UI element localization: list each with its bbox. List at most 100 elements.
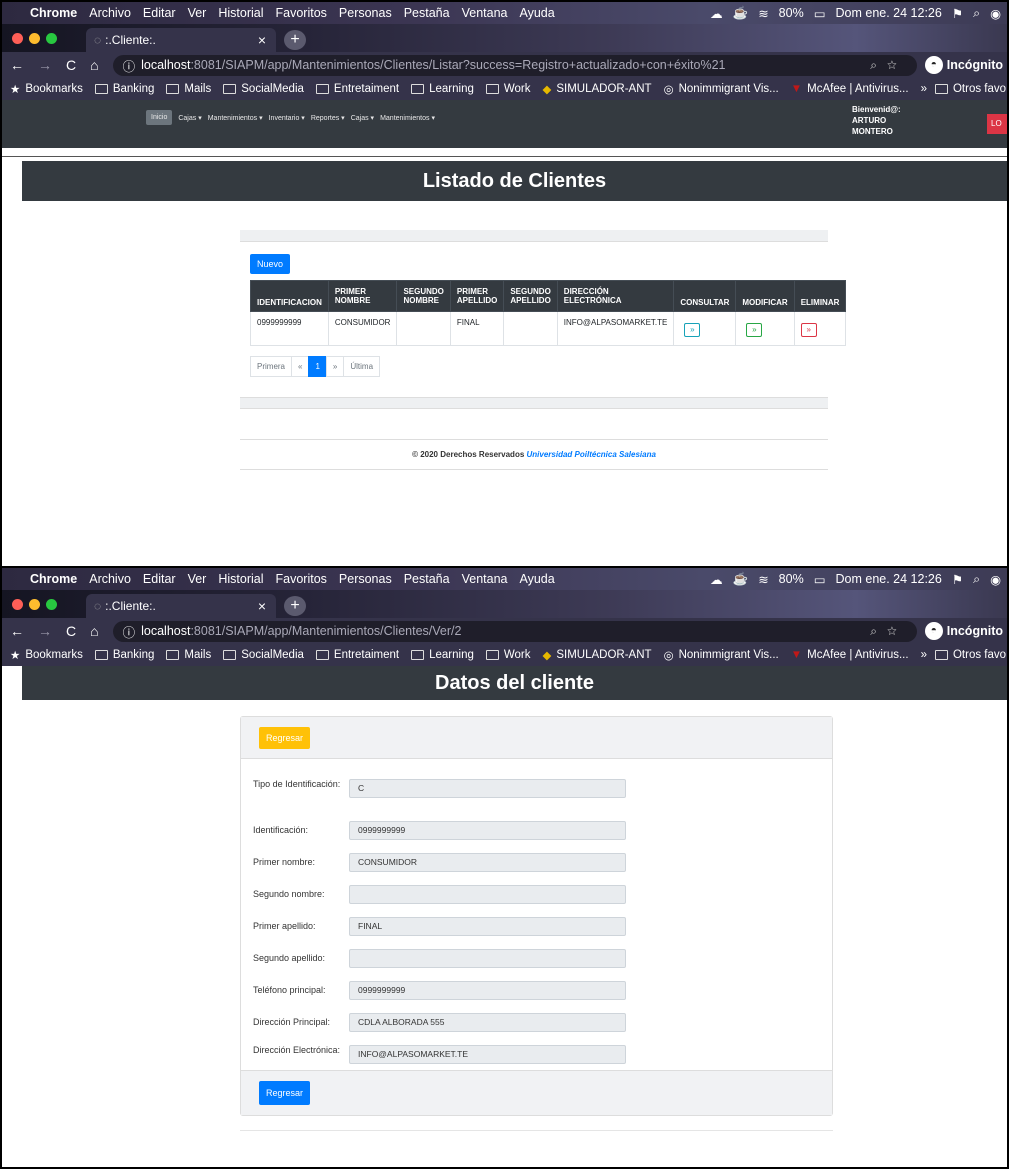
bookmark-mcafee[interactable]: ▼ McAfee | Antivirus... <box>791 83 909 95</box>
battery-icon[interactable]: ▭ <box>814 572 826 587</box>
zoom-icon[interactable]: ⌕ <box>870 58 887 72</box>
bookmark-simulador[interactable]: ◆ SIMULADOR-ANT <box>543 648 652 662</box>
zoom-icon[interactable]: ⌕ <box>870 624 887 638</box>
telefono-input[interactable]: 0999999999 <box>349 981 626 1000</box>
siri-icon[interactable]: ◉ <box>990 6 1001 21</box>
delete-button[interactable]: » <box>800 323 817 337</box>
menu-inicio[interactable]: Inicio <box>146 110 173 125</box>
siri-icon[interactable]: ◉ <box>990 572 1001 587</box>
more-bookmarks-icon[interactable]: » <box>921 83 927 95</box>
star-icon[interactable]: ☆ <box>887 624 907 638</box>
menu-ayuda[interactable]: Ayuda <box>519 572 554 586</box>
bookmark-mcafee[interactable]: ▼ McAfee | Antivirus... <box>791 649 909 661</box>
col-primer-apellido[interactable]: PRIMER APELLIDO <box>449 280 505 312</box>
segundo-nombre-input[interactable] <box>349 885 626 904</box>
new-client-button[interactable]: Nuevo <box>250 254 291 274</box>
bookmark-mails[interactable]: Mails <box>166 649 211 661</box>
cloud-icon[interactable]: ☁ <box>710 572 723 587</box>
bookmark-nonimmigrant[interactable]: ◎ Nonimmigrant Vis... <box>664 82 779 96</box>
back-button-bottom[interactable]: Regresar <box>259 1081 311 1105</box>
incognito-indicator[interactable]: ◓ Incógnito <box>924 622 1007 640</box>
tipo-identificacion-input[interactable]: C <box>349 779 626 798</box>
bookmark-banking[interactable]: Banking <box>94 83 154 95</box>
clock[interactable]: Dom ene. 24 12:26 <box>836 572 942 586</box>
bookmark-nonimmigrant[interactable]: ◎ Nonimmigrant Vis... <box>664 648 779 662</box>
bookmark-entretaiment[interactable]: Entretaiment <box>315 649 399 661</box>
consult-button[interactable]: » <box>684 323 701 337</box>
bookmark-entretaiment[interactable]: Entretaiment <box>315 83 399 95</box>
identificacion-input[interactable]: 0999999999 <box>349 821 626 840</box>
bookmark-banking[interactable]: Banking <box>94 649 154 661</box>
menu-historial[interactable]: Historial <box>218 6 263 20</box>
menu-historial[interactable]: Historial <box>218 572 263 586</box>
info-icon[interactable]: ⓘ <box>123 622 136 641</box>
menu-personas[interactable]: Personas <box>339 572 392 586</box>
page-first[interactable]: Primera <box>250 356 293 377</box>
star-icon[interactable]: ☆ <box>887 58 907 72</box>
menu-pestana[interactable]: Pestaña <box>404 6 450 20</box>
page-next[interactable]: » <box>325 356 345 377</box>
flag-icon[interactable]: ⚑ <box>952 572 963 587</box>
edit-button[interactable]: » <box>746 323 763 337</box>
new-tab-button[interactable]: + <box>284 596 306 616</box>
back-button-top[interactable]: Regresar <box>259 727 311 749</box>
menu-app[interactable]: Chrome <box>30 6 77 20</box>
menu-favoritos[interactable]: Favoritos <box>276 572 327 586</box>
back-icon[interactable]: ← <box>10 57 24 73</box>
reload-icon[interactable]: C <box>66 57 76 73</box>
clock[interactable]: Dom ene. 24 12:26 <box>836 6 942 20</box>
menu-mantenimientos-2[interactable]: Mantenimientos ▾ <box>380 112 435 125</box>
col-segundo-apellido[interactable]: SEGUNDO APELLIDO <box>503 280 558 312</box>
col-eliminar[interactable]: ELIMINAR <box>793 280 847 312</box>
menu-reportes[interactable]: Reportes ▾ <box>311 112 345 125</box>
bookmark-socialmedia[interactable]: SocialMedia <box>223 649 304 661</box>
search-icon[interactable]: ⌕ <box>973 6 980 21</box>
menu-ventana[interactable]: Ventana <box>462 572 508 586</box>
incognito-indicator[interactable]: ◓ Incógnito <box>924 56 1007 74</box>
browser-tab[interactable]: ◌ :.Cliente:. × <box>86 594 276 618</box>
direccion-principal-input[interactable]: CDLA ALBORADA 555 <box>349 1013 626 1032</box>
close-window-icon[interactable] <box>12 33 23 44</box>
bookmark-simulador[interactable]: ◆ SIMULADOR-ANT <box>543 82 652 96</box>
menu-archivo[interactable]: Archivo <box>89 6 131 20</box>
wifi-icon[interactable]: ≋ <box>758 6 768 21</box>
home-icon[interactable]: ⌂ <box>90 623 98 639</box>
menu-cajas-2[interactable]: Cajas ▾ <box>351 112 374 125</box>
menu-cajas[interactable]: Cajas ▾ <box>178 112 201 125</box>
menu-ver[interactable]: Ver <box>188 572 207 586</box>
menu-mantenimientos[interactable]: Mantenimientos ▾ <box>208 112 263 125</box>
tab-close-icon[interactable]: × <box>258 32 266 48</box>
flag-icon[interactable]: ⚑ <box>952 6 963 21</box>
forward-icon[interactable]: → <box>38 623 52 639</box>
info-icon[interactable]: ⓘ <box>123 56 136 75</box>
primer-nombre-input[interactable]: CONSUMIDOR <box>349 853 626 872</box>
home-icon[interactable]: ⌂ <box>90 57 98 73</box>
new-tab-button[interactable]: + <box>284 30 306 50</box>
col-consultar[interactable]: CONSULTAR <box>673 280 737 312</box>
bookmark-bookmarks[interactable]: ★ Bookmarks <box>10 82 83 96</box>
bookmark-other[interactable]: Otros favo <box>934 83 1006 95</box>
primer-apellido-input[interactable]: FINAL <box>349 917 626 936</box>
reload-icon[interactable]: C <box>66 623 76 639</box>
browser-tab[interactable]: ◌ :.Cliente:. × <box>86 28 276 52</box>
url-input[interactable]: ⓘ localhost:8081/SIAPM/app/Mantenimiento… <box>112 54 917 76</box>
forward-icon[interactable]: → <box>38 57 52 73</box>
page-last[interactable]: Última <box>343 356 381 377</box>
more-bookmarks-icon[interactable]: » <box>921 649 927 661</box>
menu-ayuda[interactable]: Ayuda <box>519 6 554 20</box>
bookmark-other[interactable]: Otros favo <box>934 649 1006 661</box>
bookmark-socialmedia[interactable]: SocialMedia <box>223 83 304 95</box>
maximize-window-icon[interactable] <box>46 599 57 610</box>
tab-close-icon[interactable]: × <box>258 598 266 614</box>
col-primer-nombre[interactable]: PRIMER NOMBRE <box>327 280 398 312</box>
battery-icon[interactable]: ▭ <box>814 6 826 21</box>
minimize-window-icon[interactable] <box>29 33 40 44</box>
bookmark-work[interactable]: Work <box>485 83 531 95</box>
wifi-icon[interactable]: ≋ <box>758 572 768 587</box>
col-identificacion[interactable]: IDENTIFICACION <box>250 280 329 312</box>
url-input[interactable]: ⓘ localhost:8081/SIAPM/app/Mantenimiento… <box>112 620 917 642</box>
bookmark-bookmarks[interactable]: ★ Bookmarks <box>10 648 83 662</box>
menu-personas[interactable]: Personas <box>339 6 392 20</box>
segundo-apellido-input[interactable] <box>349 949 626 968</box>
maximize-window-icon[interactable] <box>46 33 57 44</box>
